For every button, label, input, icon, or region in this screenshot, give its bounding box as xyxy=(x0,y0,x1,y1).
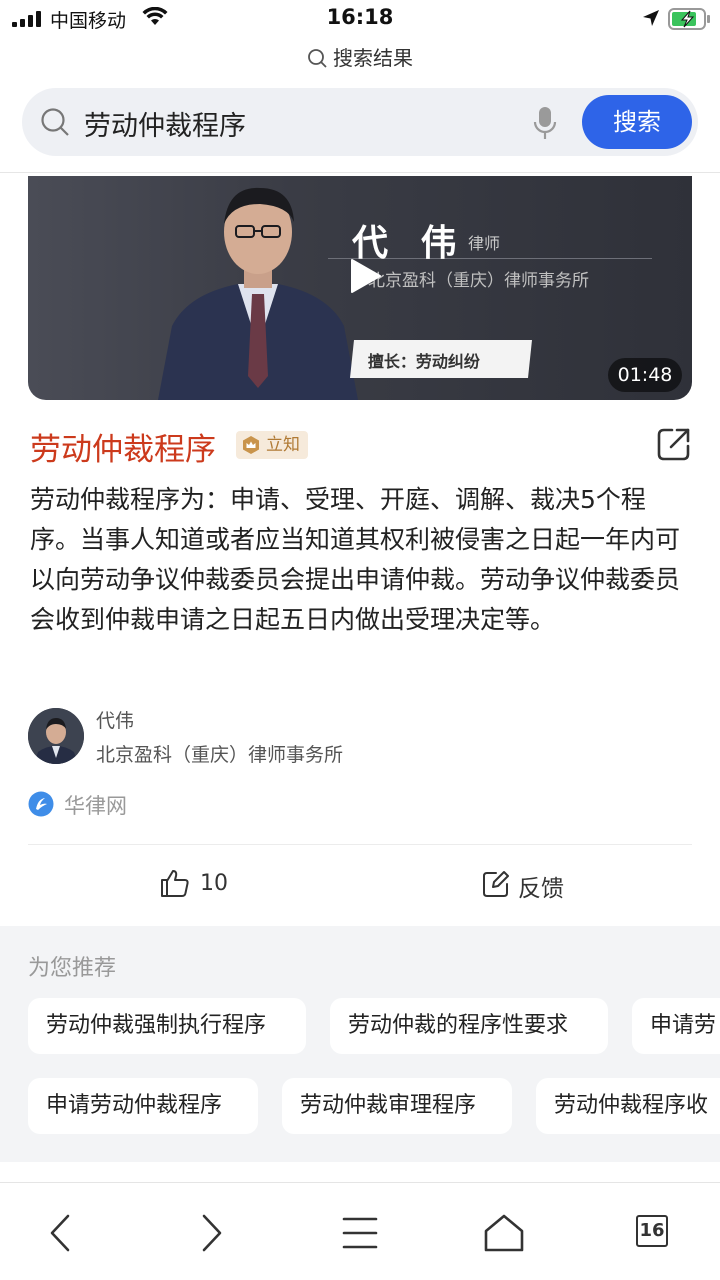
forward-icon[interactable] xyxy=(186,1209,234,1257)
recommendation-chip[interactable]: 劳动仲裁审理程序 xyxy=(282,1078,512,1134)
search-icon xyxy=(308,49,327,68)
battery-charging-icon xyxy=(668,8,710,30)
play-icon[interactable] xyxy=(348,258,382,294)
header-divider xyxy=(0,172,720,173)
home-icon[interactable] xyxy=(480,1209,528,1257)
menu-icon[interactable] xyxy=(336,1209,384,1257)
lizhi-badge: 立知 xyxy=(236,431,308,459)
search-icon xyxy=(41,108,69,136)
answer-text: 劳动仲裁程序为：申请、受理、开庭、调解、裁决5个程序。当事人知道或者应当知道其权… xyxy=(30,485,681,634)
page-title: 搜索结果 xyxy=(0,42,720,72)
author-firm: 北京盈科（重庆）律师事务所 xyxy=(96,744,344,766)
status-bar: 中国移动 16:18 xyxy=(0,0,720,40)
tabs-button[interactable]: 16 xyxy=(628,1209,676,1257)
bottom-nav: 16 xyxy=(0,1182,720,1280)
avatar[interactable] xyxy=(28,708,84,764)
feedback-button[interactable]: 反馈 xyxy=(482,866,602,902)
tab-count: 16 xyxy=(636,1215,668,1247)
recommendations-title: 为您推荐 xyxy=(28,956,117,981)
edit-icon xyxy=(483,871,509,897)
hualv-logo-icon xyxy=(28,791,54,817)
author-name[interactable]: 代伟 xyxy=(96,706,134,733)
thumbs-up-icon xyxy=(161,870,189,897)
video-specialty-tag: 擅长：劳动纠纷 xyxy=(350,340,532,378)
lizhi-badge-label: 立知 xyxy=(266,435,300,455)
location-arrow-icon xyxy=(643,10,659,26)
search-button[interactable]: 搜索 xyxy=(582,95,692,149)
video-player[interactable]: 代 伟 律师 北京盈科（重庆）律师事务所 擅长：劳动纠纷 01:48 xyxy=(28,176,692,400)
feedback-label: 反馈 xyxy=(518,876,564,902)
clock: 16:18 xyxy=(326,5,394,29)
video-specialty-label: 擅长：劳动纠纷 xyxy=(367,352,480,371)
like-count: 10 xyxy=(200,871,228,896)
recommendation-chip[interactable]: 劳动仲裁程序收 xyxy=(536,1078,720,1134)
lawyer-video-thumbnail xyxy=(158,187,358,400)
lawyer-avatar-image xyxy=(28,708,84,764)
recommendation-chip[interactable]: 劳动仲裁强制执行程序 xyxy=(28,998,306,1054)
search-input[interactable]: 劳动仲裁程序 xyxy=(84,104,246,143)
crown-hexagon-icon xyxy=(243,436,259,454)
microphone-icon[interactable] xyxy=(532,106,558,140)
actions-divider xyxy=(28,844,692,845)
recommendations-section: 为您推荐 劳动仲裁强制执行程序 劳动仲裁的程序性要求 申请劳 申请劳动仲裁程序 … xyxy=(0,926,720,1162)
video-duration: 01:48 xyxy=(608,358,682,392)
back-icon[interactable] xyxy=(38,1209,86,1257)
page-title-label: 搜索结果 xyxy=(333,46,413,70)
search-bar[interactable]: 劳动仲裁程序 搜索 xyxy=(22,88,698,156)
recommendation-chip[interactable]: 申请劳 xyxy=(632,998,720,1054)
video-lawyer-title: 律师 xyxy=(468,234,501,253)
share-icon[interactable] xyxy=(656,426,692,462)
video-firm: 北京盈科（重庆）律师事务所 xyxy=(368,271,589,291)
result-title[interactable]: 劳动仲裁程序 xyxy=(30,424,216,469)
source-name[interactable]: 华律网 xyxy=(64,790,127,820)
recommendation-chip[interactable]: 申请劳动仲裁程序 xyxy=(28,1078,258,1134)
recommendation-chip[interactable]: 劳动仲裁的程序性要求 xyxy=(330,998,608,1054)
